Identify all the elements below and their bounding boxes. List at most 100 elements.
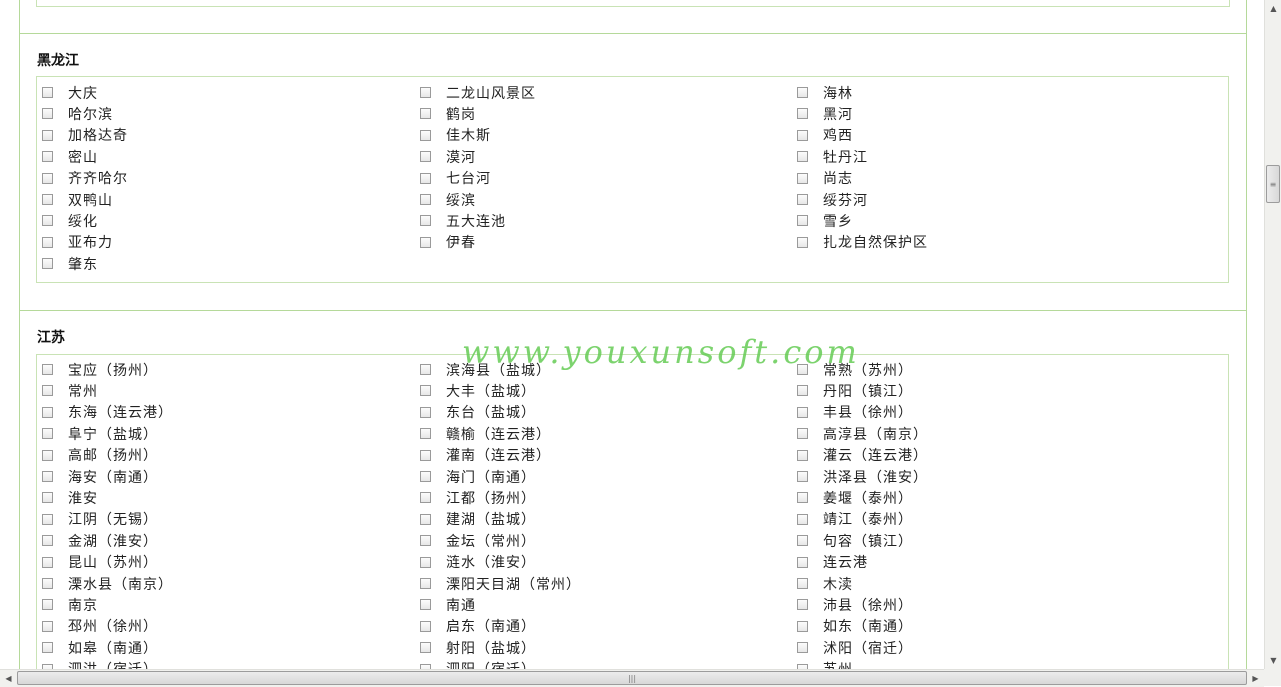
city-checkbox[interactable]	[797, 87, 808, 98]
city-option[interactable]: 海门（南通）	[420, 466, 536, 487]
city-option[interactable]: 亚布力	[42, 232, 113, 253]
city-option[interactable]: 加格达奇	[42, 125, 128, 146]
horizontal-scroll-thumb[interactable]: |||	[17, 671, 1247, 685]
city-option[interactable]: 海安（南通）	[42, 466, 158, 487]
city-checkbox[interactable]	[797, 215, 808, 227]
city-option[interactable]: 东台（盐城）	[420, 402, 536, 423]
city-checkbox[interactable]	[797, 556, 808, 568]
city-checkbox[interactable]	[797, 428, 808, 440]
vertical-scroll-thumb[interactable]: ≡	[1266, 165, 1280, 203]
city-checkbox[interactable]	[42, 151, 53, 163]
city-option[interactable]: 江都（扬州）	[420, 487, 536, 508]
city-checkbox[interactable]	[42, 578, 53, 589]
city-option[interactable]: 沭阳（宿迁）	[797, 637, 913, 658]
city-option[interactable]: 句容（镇江）	[797, 530, 913, 551]
city-checkbox[interactable]	[420, 129, 431, 141]
city-option[interactable]: 如东（南通）	[797, 616, 913, 637]
city-option[interactable]: 木渎	[797, 573, 853, 594]
city-option[interactable]: 牡丹江	[797, 146, 868, 167]
city-checkbox[interactable]	[420, 556, 431, 568]
city-option[interactable]: 佳木斯	[420, 125, 491, 146]
city-checkbox[interactable]	[420, 172, 431, 184]
city-option[interactable]: 双鸭山	[42, 189, 113, 210]
city-option[interactable]: 淮安	[42, 487, 98, 508]
city-checkbox[interactable]	[42, 215, 53, 227]
city-option[interactable]: 东海（连云港）	[42, 402, 173, 423]
city-option[interactable]: 黑河	[797, 103, 853, 124]
city-option[interactable]: 大庆	[42, 82, 98, 103]
city-checkbox[interactable]	[42, 513, 53, 525]
city-checkbox[interactable]	[420, 492, 431, 504]
city-option[interactable]: 高淳县（南京）	[797, 423, 928, 444]
city-checkbox[interactable]	[42, 364, 53, 375]
scroll-up-arrow-icon[interactable]: ▲	[1265, 0, 1281, 17]
scroll-down-arrow-icon[interactable]: ▼	[1265, 652, 1281, 669]
city-option[interactable]: 伊春	[420, 232, 476, 253]
city-option[interactable]: 丹阳（镇江）	[797, 380, 913, 401]
city-option[interactable]: 哈尔滨	[42, 103, 113, 124]
city-option[interactable]: 建湖（盐城）	[420, 509, 536, 530]
city-option[interactable]: 金坛（常州）	[420, 530, 536, 551]
city-checkbox[interactable]	[42, 642, 53, 654]
city-checkbox[interactable]	[42, 258, 53, 270]
city-option[interactable]: 丰县（徐州）	[797, 402, 913, 423]
city-option[interactable]: 苏州	[797, 659, 853, 669]
city-checkbox[interactable]	[420, 578, 431, 589]
scroll-left-arrow-icon[interactable]: ◀	[0, 670, 17, 687]
city-option[interactable]: 绥芬河	[797, 189, 868, 210]
city-option[interactable]: 鹤岗	[420, 103, 476, 124]
city-option[interactable]: 南京	[42, 594, 98, 615]
city-checkbox[interactable]	[420, 406, 431, 418]
city-checkbox[interactable]	[42, 236, 53, 248]
city-checkbox[interactable]	[420, 364, 431, 375]
city-option[interactable]: 灌南（连云港）	[420, 445, 551, 466]
city-option[interactable]: 姜堰（泰州）	[797, 487, 913, 508]
city-option[interactable]: 雪乡	[797, 210, 853, 231]
city-option[interactable]: 溧阳天目湖（常州）	[420, 573, 581, 594]
city-checkbox[interactable]	[42, 428, 53, 440]
city-checkbox[interactable]	[420, 535, 431, 547]
city-checkbox[interactable]	[420, 449, 431, 461]
city-option[interactable]: 五大连池	[420, 210, 506, 231]
city-checkbox[interactable]	[420, 642, 431, 654]
city-checkbox[interactable]	[797, 513, 808, 525]
city-option[interactable]: 肇东	[42, 253, 98, 274]
city-checkbox[interactable]	[420, 513, 431, 525]
city-checkbox[interactable]	[797, 406, 808, 418]
city-checkbox[interactable]	[42, 599, 53, 611]
city-option[interactable]: 赣榆（连云港）	[420, 423, 551, 444]
city-checkbox[interactable]	[420, 215, 431, 227]
city-option[interactable]: 洪泽县（淮安）	[797, 466, 928, 487]
vertical-scrollbar[interactable]: ▲ ≡ ▼	[1264, 0, 1281, 669]
city-checkbox[interactable]	[797, 236, 808, 248]
city-checkbox[interactable]	[797, 471, 808, 482]
city-checkbox[interactable]	[420, 236, 431, 248]
city-checkbox[interactable]	[420, 151, 431, 163]
city-checkbox[interactable]	[797, 194, 808, 205]
city-checkbox[interactable]	[420, 428, 431, 440]
city-checkbox[interactable]	[797, 108, 808, 120]
city-option[interactable]: 绥化	[42, 210, 98, 231]
city-option[interactable]: 连云港	[797, 552, 868, 573]
city-checkbox[interactable]	[42, 108, 53, 120]
city-option[interactable]: 漠河	[420, 146, 476, 167]
city-option[interactable]: 邳州（徐州）	[42, 616, 158, 637]
city-option[interactable]: 灌云（连云港）	[797, 445, 928, 466]
city-checkbox[interactable]	[797, 535, 808, 547]
city-checkbox[interactable]	[797, 364, 808, 375]
city-checkbox[interactable]	[797, 642, 808, 654]
city-checkbox[interactable]	[420, 599, 431, 611]
city-option[interactable]: 涟水（淮安）	[420, 552, 536, 573]
city-option[interactable]: 二龙山风景区	[420, 82, 536, 103]
city-option[interactable]: 绥滨	[420, 189, 476, 210]
city-checkbox[interactable]	[42, 385, 53, 397]
city-checkbox[interactable]	[42, 406, 53, 418]
city-option[interactable]: 阜宁（盐城）	[42, 423, 158, 444]
city-checkbox[interactable]	[420, 471, 431, 482]
city-option[interactable]: 启东（南通）	[420, 616, 536, 637]
city-checkbox[interactable]	[42, 194, 53, 205]
city-option[interactable]: 密山	[42, 146, 98, 167]
city-checkbox[interactable]	[42, 449, 53, 461]
city-option[interactable]: 江阴（无锡）	[42, 509, 158, 530]
city-checkbox[interactable]	[42, 535, 53, 547]
